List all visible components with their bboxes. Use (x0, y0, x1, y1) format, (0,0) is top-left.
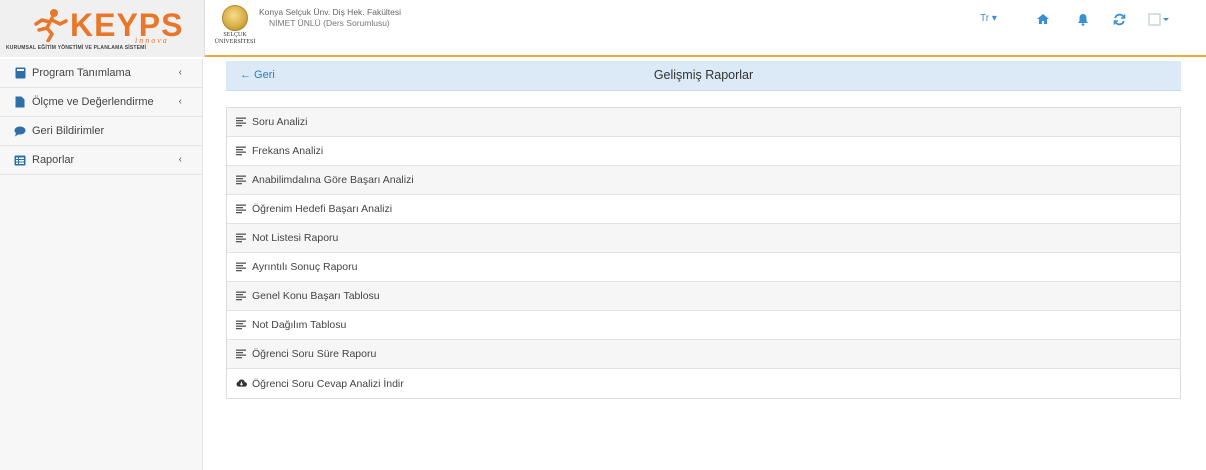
sidebar-item-label: Raporlar (32, 154, 75, 166)
chevron-left-icon: ‹ (178, 154, 182, 165)
report-label: Genel Konu Başarı Tablosu (252, 290, 380, 302)
align-left-icon (236, 320, 247, 331)
sidebar-item-geri-bildirimler[interactable]: Geri Bildirimler (0, 117, 202, 146)
align-left-icon (236, 204, 247, 215)
user-menu-icon[interactable] (1148, 13, 1170, 29)
home-icon[interactable] (1036, 13, 1050, 29)
report-list: Soru Analizi Frekans Analizi Anabilimdal… (226, 107, 1181, 399)
university-seal-icon (222, 5, 248, 31)
report-label: Öğrenci Soru Cevap Analizi İndir (252, 377, 404, 390)
report-label: Anabilimdalına Göre Başarı Analizi (252, 174, 414, 186)
report-item-not-listesi[interactable]: Not Listesi Raporu (227, 224, 1180, 253)
report-item-soru-analizi[interactable]: Soru Analizi (227, 108, 1180, 137)
sidebar: Program Tanımlama ‹ Ölçme ve Değerlendir… (0, 59, 203, 470)
brand-logo[interactable]: KEYPS innova KURUMSAL EĞİTİM YÖNETİMİ VE… (0, 0, 205, 57)
sidebar-item-program-tanimlama[interactable]: Program Tanımlama ‹ (0, 59, 202, 88)
language-dropdown[interactable]: Tr ▾ (980, 13, 997, 29)
sidebar-item-label: Geri Bildirimler (32, 125, 105, 137)
align-left-icon (236, 117, 247, 128)
report-label: Not Listesi Raporu (252, 232, 339, 244)
faculty-name: Konya Selçuk Ünv. Diş Hek. Fakültesi (259, 7, 402, 17)
sidebar-item-raporlar[interactable]: Raporlar ‹ (0, 146, 202, 175)
report-item-genel-konu[interactable]: Genel Konu Başarı Tablosu (227, 282, 1180, 311)
page-header-bar: ← Geri Gelişmiş Raporlar (226, 61, 1181, 91)
report-label: Frekans Analizi (252, 145, 324, 157)
sidebar-item-label: Program Tanımlama (32, 67, 131, 79)
sidebar-item-label: Ölçme ve Değerlendirme (32, 96, 154, 108)
faculty-info: Konya Selçuk Ünv. Diş Hek. Fakültesi NİM… (259, 7, 401, 29)
runner-icon (34, 9, 68, 42)
align-left-icon (236, 291, 247, 302)
page-title: Gelişmiş Raporlar (653, 68, 754, 82)
cloud-download-icon (236, 378, 247, 389)
report-item-frekans-analizi[interactable]: Frekans Analizi (227, 137, 1180, 166)
logo-subtitle: KURUMSAL EĞİTİM YÖNETİMİ VE PLANLAMA SİS… (6, 45, 147, 51)
comment-icon (14, 125, 26, 137)
align-left-icon (236, 349, 247, 360)
report-item-ogrenim-hedefi[interactable]: Öğrenim Hedefi Başarı Analizi (227, 195, 1180, 224)
report-label: Soru Analizi (252, 116, 308, 128)
align-left-icon (236, 233, 247, 244)
bell-icon[interactable] (1077, 13, 1089, 29)
university-name: SELÇUK ÜNİVERSİTESİ (214, 32, 256, 45)
book-icon (14, 67, 26, 79)
list-icon (14, 154, 26, 166)
logo-tagline: innova (135, 36, 169, 45)
report-item-soru-cevap-indir[interactable]: Öğrenci Soru Cevap Analizi İndir (227, 369, 1180, 398)
report-label: Öğrenim Hedefi Başarı Analizi (252, 203, 393, 215)
report-item-not-dagilim[interactable]: Not Dağılım Tablosu (227, 311, 1180, 340)
report-item-ayrintili-sonuc[interactable]: Ayrıntılı Sonuç Raporu (227, 253, 1180, 282)
user-name: NİMET ÜNLÜ (Ders Sorumlusu) (269, 18, 390, 28)
sidebar-item-olcme-degerlendirme[interactable]: Ölçme ve Değerlendirme ‹ (0, 88, 202, 117)
align-left-icon (236, 175, 247, 186)
report-label: Öğrenci Soru Süre Raporu (252, 348, 377, 360)
report-label: Not Dağılım Tablosu (252, 319, 347, 331)
report-label: Ayrıntılı Sonuç Raporu (252, 261, 358, 273)
top-header: KEYPS innova KURUMSAL EĞİTİM YÖNETİMİ VE… (0, 0, 1206, 57)
align-left-icon (236, 262, 247, 273)
refresh-icon[interactable] (1113, 13, 1126, 29)
file-icon (14, 96, 26, 108)
align-left-icon (236, 146, 247, 157)
report-item-anabilimdali-basari[interactable]: Anabilimdalına Göre Başarı Analizi (227, 166, 1180, 195)
chevron-left-icon: ‹ (178, 67, 182, 78)
report-item-soru-sure[interactable]: Öğrenci Soru Süre Raporu (227, 340, 1180, 369)
chevron-left-icon: ‹ (178, 96, 182, 107)
